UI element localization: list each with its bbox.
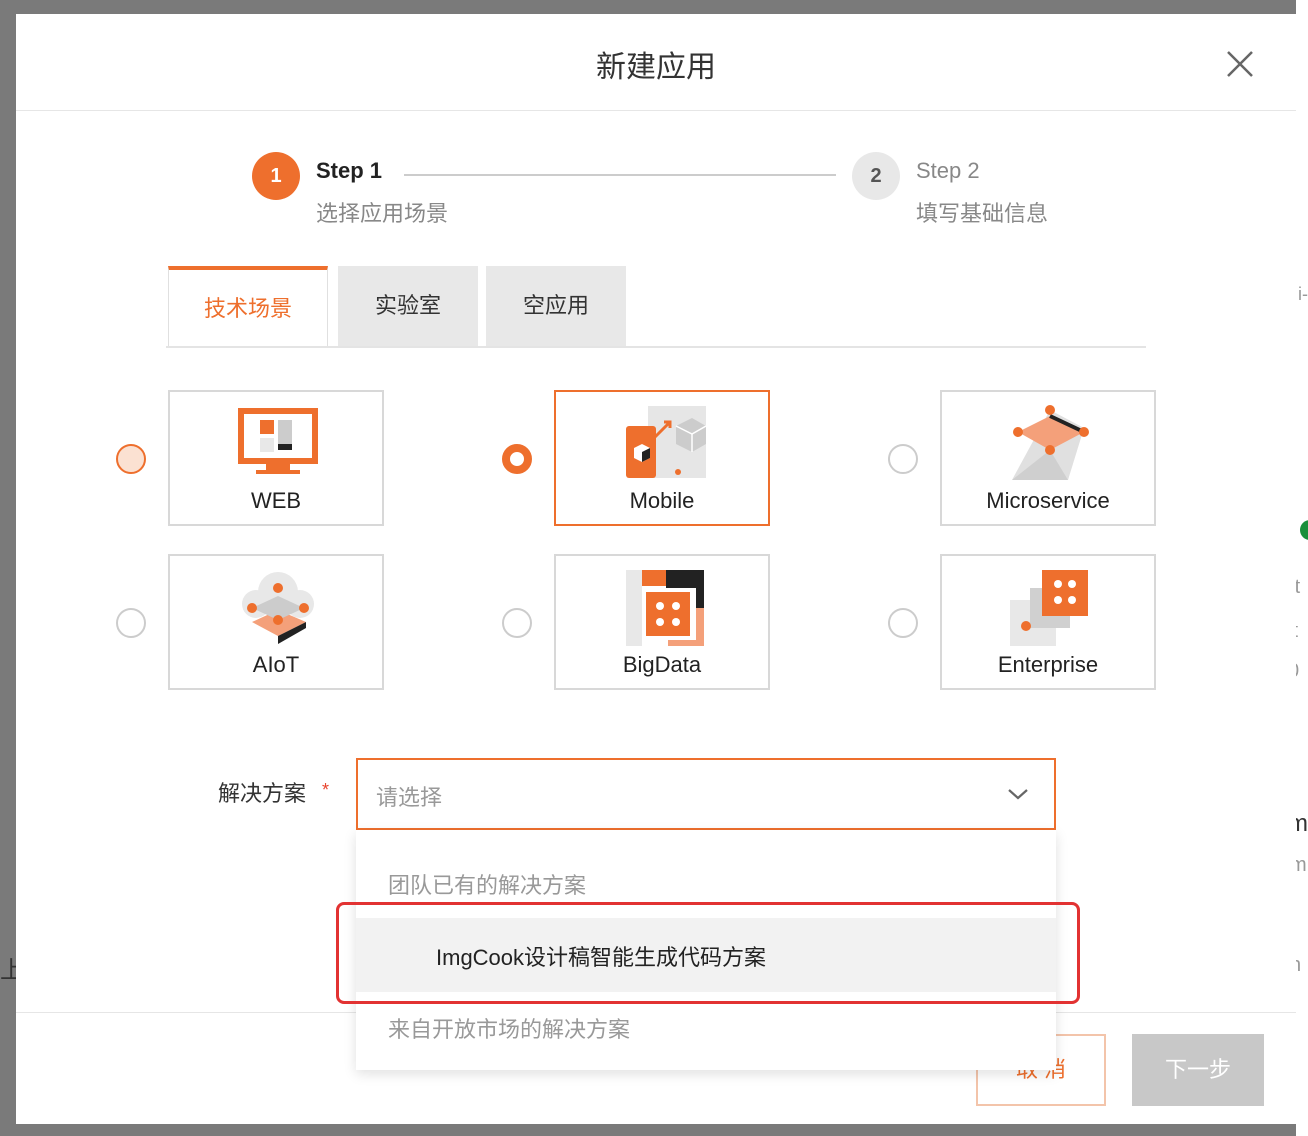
solution-label: 解决方案	[218, 781, 307, 806]
radio-mobile[interactable]	[502, 444, 532, 474]
step-1-number: 1	[252, 152, 300, 200]
bg-fragment: it	[1296, 620, 1298, 643]
enterprise-blocks-icon	[1010, 570, 1088, 646]
radio-bigdata[interactable]	[502, 608, 532, 638]
modal-header: 新建应用	[16, 14, 1296, 111]
card-aiot-label: AIoT	[252, 652, 300, 677]
solution-select-placeholder: 请选择	[376, 785, 443, 810]
web-monitor-icon	[238, 408, 318, 474]
card-bigdata[interactable]: BigData	[554, 554, 770, 690]
tab-lab[interactable]: 实验室	[338, 266, 478, 346]
dropdown-group-market: 来自开放市场的解决方案	[388, 1017, 631, 1042]
step-1-title: Step 1	[316, 158, 383, 183]
card-bigdata-label: BigData	[622, 652, 702, 677]
step-2-desc: 填写基础信息	[916, 201, 1049, 226]
tab-tech-scenario[interactable]: 技术场景	[168, 266, 328, 348]
card-mobile-label: Mobile	[629, 488, 695, 513]
required-mark: *	[322, 780, 330, 800]
dropdown-option-label: ImgCook设计稿智能生成代码方案	[436, 945, 767, 970]
mobile-cube-icon	[626, 406, 706, 478]
bg-fragment: i-	[1298, 284, 1308, 304]
close-icon[interactable]	[1222, 46, 1258, 82]
card-web[interactable]: WEB	[168, 390, 384, 526]
dropdown-option-imgcook[interactable]: ImgCook设计稿智能生成代码方案	[356, 918, 1056, 992]
card-enterprise[interactable]: Enterprise	[940, 554, 1156, 690]
modal-title: 新建应用	[596, 51, 716, 84]
card-web-label: WEB	[250, 488, 302, 513]
step-2-title: Step 2	[916, 158, 980, 183]
bg-fragment: n	[1296, 954, 1301, 977]
bg-fragment: rt	[1296, 576, 1301, 598]
card-microservice-label: Microservice	[986, 488, 1110, 513]
card-enterprise-label: Enterprise	[997, 652, 1099, 677]
bg-fragment: m	[1296, 854, 1307, 876]
step-2-number: 2	[852, 152, 900, 200]
radio-enterprise[interactable]	[888, 608, 918, 638]
background-page-right: i i- rt it 0 m m n	[1296, 0, 1308, 1136]
card-mobile[interactable]: Mobile	[554, 390, 770, 526]
next-step-button[interactable]: 下一步	[1132, 1034, 1264, 1106]
card-microservice[interactable]: Microservice	[940, 390, 1156, 526]
card-aiot[interactable]: AIoT	[168, 554, 384, 690]
dropdown-group-team: 团队已有的解决方案	[388, 873, 587, 898]
bg-fragment: m	[1296, 810, 1308, 837]
tabs-divider	[166, 346, 1146, 348]
bigdata-dice-icon	[626, 570, 704, 646]
step-1-desc: 选择应用场景	[316, 201, 449, 226]
step-connector	[404, 174, 836, 176]
solution-select[interactable]: 请选择	[356, 758, 1056, 830]
microservice-pyramid-icon	[1012, 405, 1089, 480]
bg-fragment: 0	[1296, 660, 1299, 683]
solution-dropdown: 团队已有的解决方案 ImgCook设计稿智能生成代码方案 来自开放市场的解决方案	[356, 830, 1056, 1070]
chevron-down-icon	[1008, 789, 1028, 800]
aiot-cloud-icon	[242, 572, 314, 644]
tab-empty-app[interactable]: 空应用	[486, 266, 626, 346]
radio-web[interactable]	[116, 444, 146, 474]
radio-microservice[interactable]	[888, 444, 918, 474]
bg-fragment: 上	[0, 957, 16, 984]
radio-aiot[interactable]	[116, 608, 146, 638]
